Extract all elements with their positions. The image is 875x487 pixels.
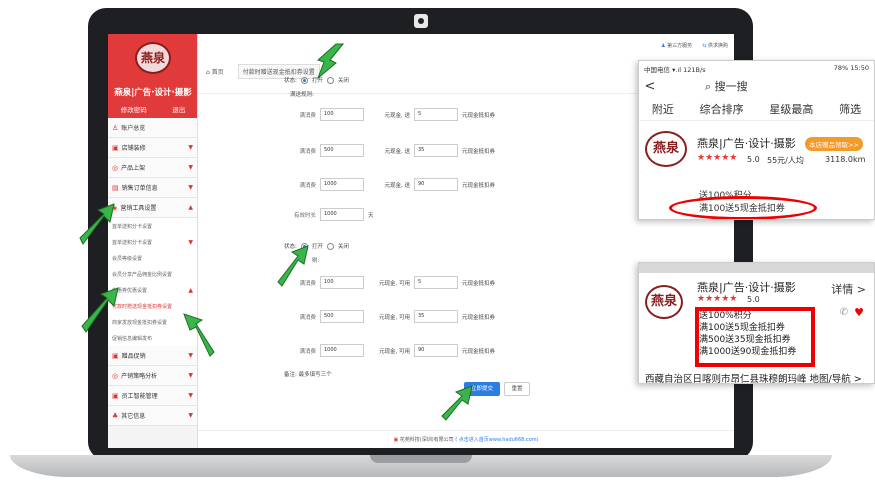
arrow-coupon-item [81,287,119,333]
arrow-status2 [277,245,309,287]
arrow-status [316,43,345,80]
annotation-arrows [79,43,473,421]
arrow-marketing [79,203,115,245]
arrow-active-item [183,313,215,357]
arrow-submit [441,385,473,421]
